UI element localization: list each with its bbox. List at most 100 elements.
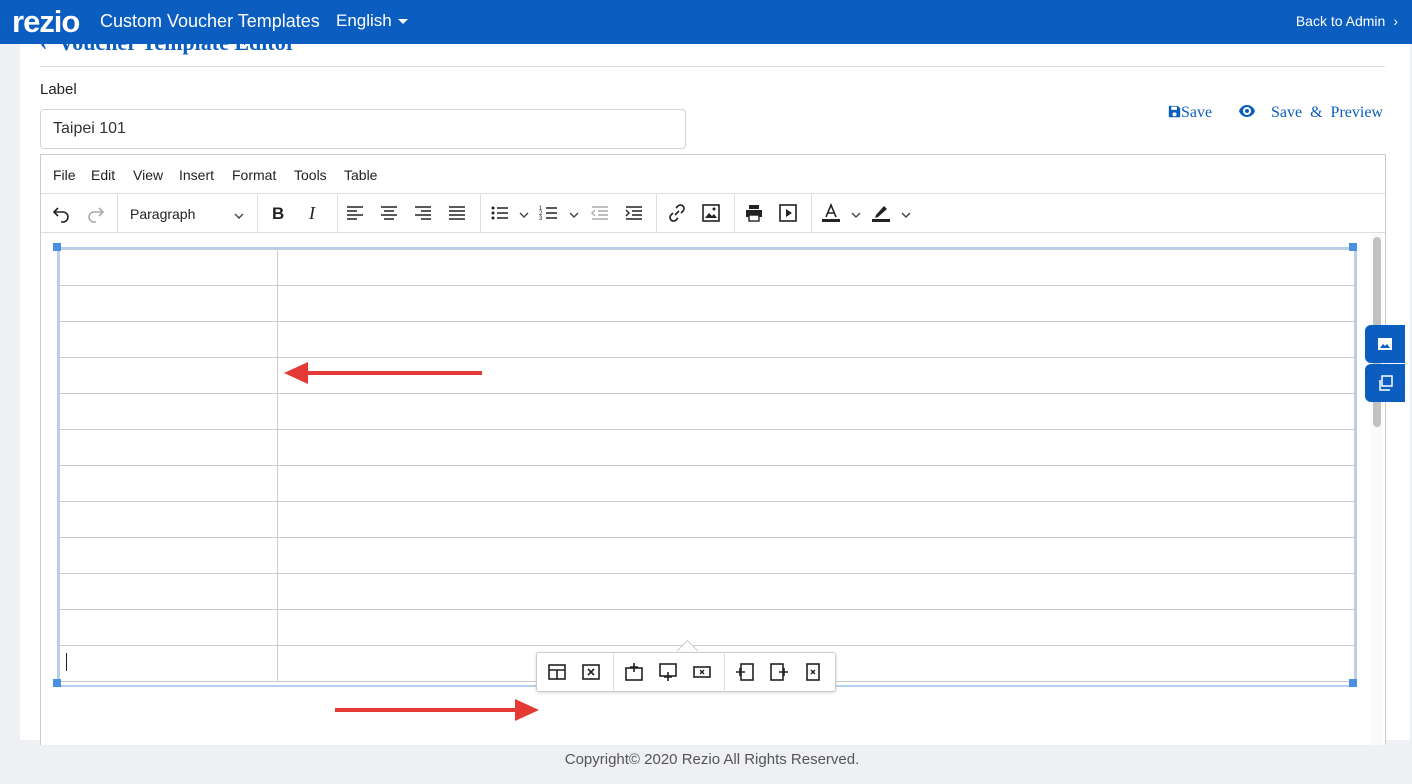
voucher-table[interactable] bbox=[59, 249, 1355, 682]
table-row[interactable] bbox=[59, 537, 1355, 574]
table-row[interactable] bbox=[59, 393, 1355, 430]
table-cell[interactable] bbox=[59, 537, 278, 574]
menu-table[interactable]: Table bbox=[344, 167, 377, 183]
image-panel-icon bbox=[1378, 338, 1392, 350]
menu-tools[interactable]: Tools bbox=[294, 167, 327, 183]
table-row[interactable] bbox=[59, 321, 1355, 358]
insert-col-after-icon[interactable] bbox=[769, 662, 789, 682]
table-properties-icon[interactable] bbox=[547, 662, 567, 682]
menu-edit[interactable]: Edit bbox=[91, 167, 115, 183]
bullet-list-icon[interactable] bbox=[490, 203, 510, 223]
resize-handle[interactable] bbox=[53, 243, 61, 251]
table-row[interactable] bbox=[59, 357, 1355, 394]
delete-row-icon[interactable] bbox=[692, 662, 712, 682]
block-format-select[interactable]: Paragraph bbox=[130, 206, 195, 222]
align-center-icon[interactable] bbox=[379, 203, 399, 223]
selected-table[interactable] bbox=[57, 247, 1357, 687]
table-cell[interactable] bbox=[59, 393, 278, 430]
indent-icon[interactable] bbox=[624, 203, 644, 223]
highlight-icon[interactable] bbox=[871, 203, 891, 223]
editor-menubar: File Edit View Insert Format Tools Table bbox=[41, 155, 1385, 194]
delete-col-icon[interactable] bbox=[803, 662, 823, 682]
table-cell[interactable] bbox=[59, 645, 278, 682]
chevron-down-icon[interactable] bbox=[851, 207, 861, 218]
save-preview-button[interactable]: Save & Preview bbox=[1239, 104, 1383, 122]
table-cell[interactable] bbox=[59, 285, 278, 322]
eye-icon bbox=[1239, 105, 1255, 117]
save-button[interactable]: Save bbox=[1168, 104, 1212, 122]
table-cell[interactable] bbox=[59, 357, 278, 394]
save-label: Save bbox=[1181, 104, 1213, 121]
toolbar-divider bbox=[734, 194, 735, 232]
table-cell[interactable] bbox=[59, 321, 278, 358]
table-row[interactable] bbox=[59, 249, 1355, 286]
redo-icon[interactable] bbox=[86, 203, 106, 223]
table-cell[interactable] bbox=[277, 429, 1355, 466]
print-icon[interactable] bbox=[744, 203, 764, 223]
delete-table-icon[interactable] bbox=[581, 662, 601, 682]
align-left-icon[interactable] bbox=[345, 203, 365, 223]
link-icon[interactable] bbox=[667, 203, 687, 223]
table-cell[interactable] bbox=[59, 465, 278, 502]
page-title[interactable]: ‹ Voucher Template Editor bbox=[40, 30, 295, 56]
resize-handle[interactable] bbox=[1349, 243, 1357, 251]
table-cell[interactable] bbox=[277, 573, 1355, 610]
menu-insert[interactable]: Insert bbox=[179, 167, 214, 183]
svg-text:I: I bbox=[308, 203, 316, 223]
toolbar-divider bbox=[117, 194, 118, 232]
table-cell[interactable] bbox=[59, 429, 278, 466]
italic-icon[interactable]: I bbox=[303, 203, 323, 223]
language-dropdown[interactable]: English bbox=[336, 11, 408, 31]
page-title-text: Voucher Template Editor bbox=[58, 30, 296, 55]
label-caption: Label bbox=[40, 81, 77, 98]
table-cell[interactable] bbox=[277, 501, 1355, 538]
menu-format[interactable]: Format bbox=[232, 167, 276, 183]
table-context-toolbar bbox=[536, 652, 836, 692]
table-row[interactable] bbox=[59, 573, 1355, 610]
justify-icon[interactable] bbox=[447, 203, 467, 223]
app-title: Custom Voucher Templates bbox=[100, 11, 320, 31]
image-panel-tab[interactable] bbox=[1365, 325, 1405, 363]
label-input[interactable] bbox=[40, 109, 686, 149]
image-icon[interactable] bbox=[701, 203, 721, 223]
resize-handle[interactable] bbox=[1349, 679, 1357, 687]
toolbar-divider bbox=[811, 194, 812, 232]
chevron-down-icon[interactable] bbox=[569, 207, 579, 218]
table-cell[interactable] bbox=[59, 249, 278, 286]
table-cell[interactable] bbox=[277, 393, 1355, 430]
outdent-icon[interactable] bbox=[590, 203, 610, 223]
undo-icon[interactable] bbox=[51, 203, 71, 223]
chevron-down-icon[interactable] bbox=[901, 207, 911, 218]
text-cursor bbox=[66, 653, 67, 671]
insert-row-before-icon[interactable] bbox=[624, 662, 644, 682]
numbered-list-icon[interactable]: 123 bbox=[539, 203, 559, 223]
table-cell[interactable] bbox=[277, 285, 1355, 322]
bold-icon[interactable]: B bbox=[268, 203, 288, 223]
chevron-down-icon[interactable] bbox=[234, 208, 244, 219]
table-cell[interactable] bbox=[277, 609, 1355, 646]
text-color-icon[interactable] bbox=[821, 203, 841, 223]
copy-panel-tab[interactable] bbox=[1365, 364, 1405, 402]
insert-row-after-icon[interactable] bbox=[658, 662, 678, 682]
chevron-down-icon[interactable] bbox=[519, 207, 529, 218]
menu-file[interactable]: File bbox=[53, 167, 76, 183]
table-cell[interactable] bbox=[277, 249, 1355, 286]
table-cell[interactable] bbox=[59, 609, 278, 646]
table-cell[interactable] bbox=[277, 321, 1355, 358]
resize-handle[interactable] bbox=[53, 679, 61, 687]
table-row[interactable] bbox=[59, 429, 1355, 466]
menu-view[interactable]: View bbox=[133, 167, 163, 183]
media-icon[interactable] bbox=[778, 203, 798, 223]
table-row[interactable] bbox=[59, 609, 1355, 646]
table-row[interactable] bbox=[59, 501, 1355, 538]
table-cell[interactable] bbox=[277, 465, 1355, 502]
insert-col-before-icon[interactable] bbox=[735, 662, 755, 682]
table-cell[interactable] bbox=[59, 573, 278, 610]
back-to-admin-link[interactable]: Back to Admin › bbox=[1296, 13, 1398, 29]
table-row[interactable] bbox=[59, 465, 1355, 502]
table-cell[interactable] bbox=[59, 501, 278, 538]
table-cell[interactable] bbox=[277, 537, 1355, 574]
heading-divider bbox=[40, 66, 1385, 67]
align-right-icon[interactable] bbox=[413, 203, 433, 223]
table-row[interactable] bbox=[59, 285, 1355, 322]
